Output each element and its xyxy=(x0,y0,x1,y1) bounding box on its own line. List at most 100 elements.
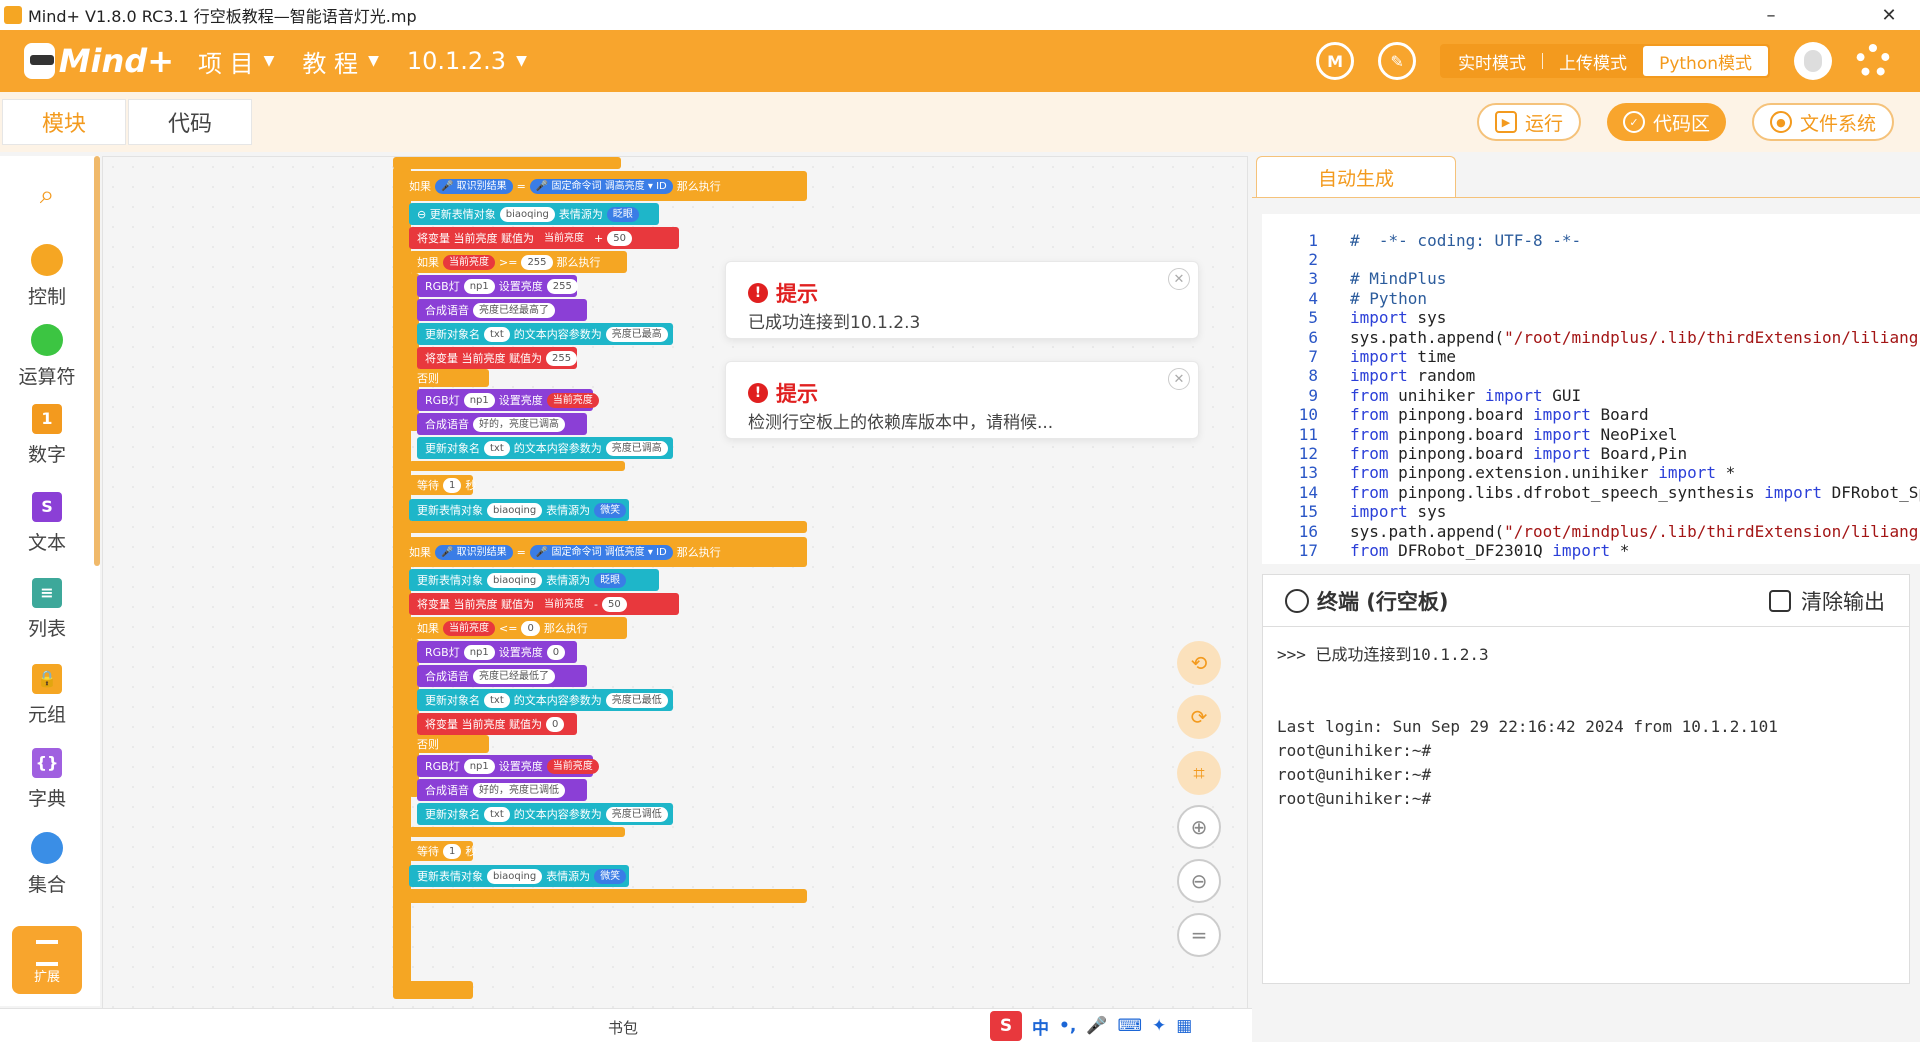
filesystem-button[interactable]: ● 文件系统 xyxy=(1751,103,1894,141)
txt-value[interactable]: txt xyxy=(484,806,510,822)
category-numbers[interactable]: 1 数字 xyxy=(0,404,94,467)
tab-auto-generate[interactable]: 自动生成 xyxy=(1256,156,1456,198)
minimize-button[interactable]: – xyxy=(1748,0,1794,30)
clear-output-button[interactable]: 清除输出 xyxy=(1769,586,1885,616)
terminal-output[interactable]: >>> 已成功连接到10.1.2.3 Last login: Sun Sep 2… xyxy=(1277,643,1778,811)
close-icon[interactable]: ✕ xyxy=(1168,268,1190,290)
max-value[interactable]: 255 xyxy=(546,278,578,294)
text-value[interactable]: 亮度已最高 xyxy=(605,326,668,342)
set-variable-block[interactable]: 将变量 当前亮度 赋值为 当前亮度 +50 xyxy=(409,227,679,249)
crop-icon[interactable]: ⌗ xyxy=(1177,751,1221,795)
set-variable-block[interactable]: 将变量 当前亮度 赋值为 255 xyxy=(417,347,578,369)
var-ref[interactable]: 当前亮度 xyxy=(443,254,495,270)
menu-tutorial[interactable]: 教 程 ▼ xyxy=(302,44,378,79)
keyboard-icon[interactable]: ⌨ xyxy=(1118,1016,1143,1036)
set-variable-block[interactable]: 将变量 当前亮度 赋值为 当前亮度 -50 xyxy=(409,593,679,615)
event-block-top[interactable] xyxy=(393,157,621,169)
rgb-brightness-block[interactable]: RGB灯 np1 设置亮度 255 xyxy=(417,275,578,297)
update-expression-block[interactable]: 更新表情对象 biaoqing 表情源为 微笑 xyxy=(409,865,629,887)
search-icon[interactable]: ⌕ xyxy=(0,180,94,211)
speak-text[interactable]: 好的，亮度已调高 xyxy=(473,416,565,432)
min-value[interactable]: 0 xyxy=(546,644,566,660)
var-ref[interactable]: 当前亮度 xyxy=(443,620,495,636)
mode-python[interactable]: Python模式 xyxy=(1643,46,1768,76)
update-expression-block[interactable]: 更新表情对象 biaoqing 表情源为 眨眼 xyxy=(409,569,659,591)
redo-icon[interactable]: ⟳ xyxy=(1177,695,1221,739)
undo-icon[interactable]: ⟲ xyxy=(1177,641,1221,685)
speak-block[interactable]: 合成语音 好的，亮度已调低 xyxy=(417,779,587,801)
edit-icon[interactable]: ✎ xyxy=(1378,42,1417,80)
extension-button[interactable]: 扩展 xyxy=(12,926,82,994)
event-block-bottom[interactable] xyxy=(393,981,473,999)
txt-value[interactable]: txt xyxy=(484,692,510,708)
set-variable-block[interactable]: 将变量 当前亮度 赋值为 0 xyxy=(417,713,577,735)
else-block[interactable]: 否则 xyxy=(409,369,489,387)
expr-value[interactable]: 眨眼 xyxy=(594,572,627,588)
rgb-brightness-block[interactable]: RGB灯 np1 设置亮度 当前亮度 xyxy=(417,389,599,411)
step-value[interactable]: 50 xyxy=(607,230,632,246)
np1-value[interactable]: np1 xyxy=(463,278,495,294)
speak-block[interactable]: 合成语音 好的，亮度已调高 xyxy=(417,413,587,435)
obj-name[interactable]: biaoqing xyxy=(487,502,543,518)
var-ref[interactable]: 当前亮度 xyxy=(538,230,590,246)
txt-value[interactable]: txt xyxy=(484,440,510,456)
update-expression-block[interactable]: ⊖ 更新表情对象 biaoqing 表情源为 眨眼 xyxy=(409,203,659,225)
update-text-block[interactable]: 更新对象名 txt 的文本内容参数为 亮度已最低 xyxy=(417,689,673,711)
category-operators[interactable]: 运算符 xyxy=(0,324,94,389)
step-value[interactable]: 50 xyxy=(601,596,627,612)
settings-gear-icon[interactable] xyxy=(1856,44,1890,78)
grid-icon[interactable]: ▦ xyxy=(1176,1016,1192,1036)
inner-if-block[interactable]: 如果 当前亮度 <= 0 那么执行 xyxy=(409,617,627,639)
dashboard-icon[interactable]: M xyxy=(1316,42,1355,80)
if-block[interactable]: 如果 🎤 取识别结果 = 🎤 固定命令词 调低亮度 ▾ ID 那么执行 xyxy=(401,537,807,567)
obj-name[interactable]: biaoqing xyxy=(487,868,543,884)
reset-zoom-icon[interactable]: = xyxy=(1177,913,1221,957)
speak-block[interactable]: 合成语音 亮度已经最低了 xyxy=(417,665,587,687)
fixed-cmd-block[interactable]: 🎤 固定命令词 调高亮度 ▾ ID xyxy=(529,178,673,194)
speak-block[interactable]: 合成语音 亮度已经最高了 xyxy=(417,299,587,321)
tab-code[interactable]: 代码 xyxy=(128,99,252,145)
text-value[interactable]: 亮度已调低 xyxy=(605,806,668,822)
recog-result-block[interactable]: 🎤 取识别结果 xyxy=(435,544,513,560)
mode-upload[interactable]: 上传模式 xyxy=(1543,46,1643,76)
microphone-icon[interactable]: 🎤 xyxy=(1086,1016,1107,1036)
zoom-out-icon[interactable]: ⊖ xyxy=(1177,859,1221,903)
category-text[interactable]: S 文本 xyxy=(0,492,94,555)
fixed-cmd-block[interactable]: 🎤 固定命令词 调低亮度 ▾ ID xyxy=(529,544,673,560)
avatar-icon[interactable] xyxy=(1794,42,1832,80)
run-button[interactable]: ▶ 运行 xyxy=(1476,103,1581,141)
skin-icon[interactable]: ✦ xyxy=(1152,1016,1166,1036)
speak-text[interactable]: 亮度已经最高了 xyxy=(473,302,555,318)
wait-block[interactable]: 等待 1 秒 xyxy=(409,475,476,495)
block-workspace[interactable]: 如果 🎤 取识别结果 = 🎤 固定命令词 调高亮度 ▾ ID 那么执行 ⊖ 更新… xyxy=(102,156,1248,1012)
update-text-block[interactable]: 更新对象名 txt 的文本内容参数为 亮度已调低 xyxy=(417,803,673,825)
ime-logo-icon[interactable]: S xyxy=(990,1011,1022,1041)
close-icon[interactable]: ✕ xyxy=(1168,368,1190,390)
var-ref[interactable]: 当前亮度 xyxy=(546,392,599,408)
expr-value[interactable]: 微笑 xyxy=(594,502,627,518)
close-button[interactable]: ✕ xyxy=(1866,0,1912,30)
expr-value[interactable]: 眨眼 xyxy=(606,206,639,222)
rgb-brightness-block[interactable]: RGB灯 np1 设置亮度 当前亮度 xyxy=(417,755,599,777)
max-value[interactable]: 255 xyxy=(521,254,553,270)
if-block[interactable]: 如果 🎤 取识别结果 = 🎤 固定命令词 调高亮度 ▾ ID 那么执行 xyxy=(401,171,807,201)
obj-name[interactable]: biaoqing xyxy=(487,572,543,588)
sidebar-scrollbar[interactable] xyxy=(94,156,100,566)
zoom-in-icon[interactable]: ⊕ xyxy=(1177,805,1221,849)
expr-value[interactable]: 微笑 xyxy=(594,868,627,884)
np1-value[interactable]: np1 xyxy=(463,758,495,774)
category-set[interactable]: 集合 xyxy=(0,832,94,897)
max-value[interactable]: 255 xyxy=(546,350,578,366)
tab-blocks[interactable]: 模块 xyxy=(2,99,126,145)
wait-value[interactable]: 1 xyxy=(443,477,462,493)
ime-chinese-icon[interactable]: 中 xyxy=(1032,1014,1049,1039)
category-tuple[interactable]: 🔒 元组 xyxy=(0,664,94,727)
else-block[interactable]: 否则 xyxy=(409,735,489,753)
text-value[interactable]: 亮度已最低 xyxy=(605,692,668,708)
category-list[interactable]: ≡ 列表 xyxy=(0,578,94,641)
mode-realtime[interactable]: 实时模式 xyxy=(1442,46,1542,76)
update-text-block[interactable]: 更新对象名 txt 的文本内容参数为 亮度已最高 xyxy=(417,323,673,345)
wait-block[interactable]: 等待 1 秒 xyxy=(409,841,476,861)
inner-if-block[interactable]: 如果 当前亮度 >= 255 那么执行 xyxy=(409,251,627,273)
menu-device[interactable]: 10.1.2.3 ▼ xyxy=(407,47,527,75)
